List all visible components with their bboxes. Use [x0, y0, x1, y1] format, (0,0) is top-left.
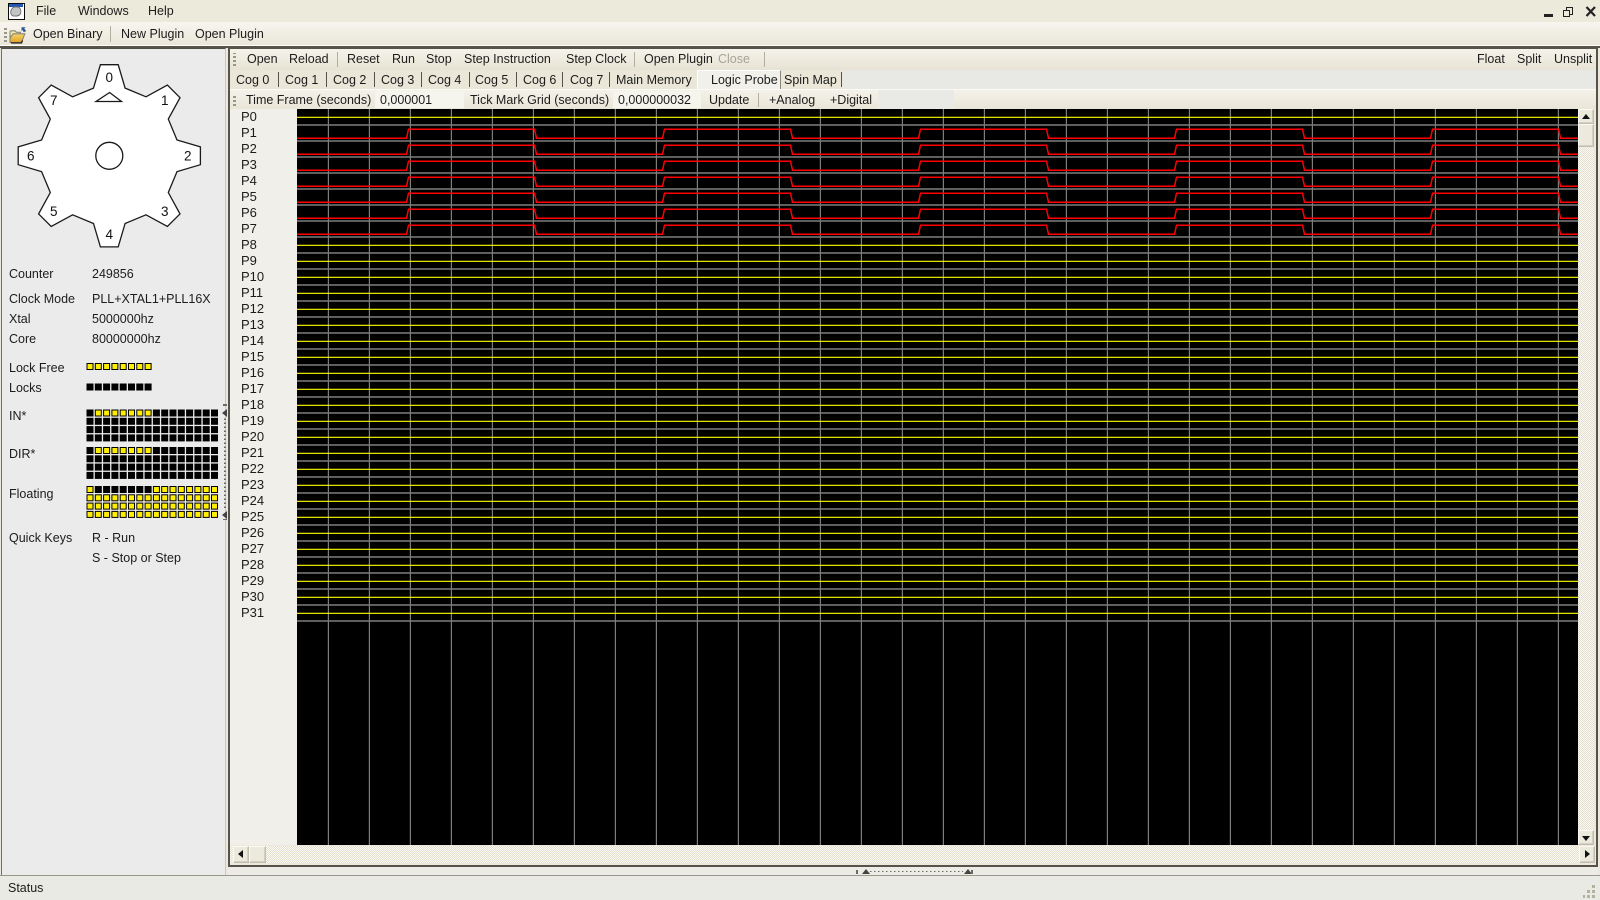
svg-text:0: 0 [106, 70, 114, 85]
svg-text:1: 1 [161, 93, 169, 108]
svg-text:6: 6 [27, 148, 35, 163]
svg-text:2: 2 [184, 148, 192, 163]
svg-text:4: 4 [106, 227, 114, 242]
svg-text:5: 5 [50, 204, 58, 219]
svg-text:7: 7 [50, 93, 58, 108]
svg-text:3: 3 [161, 204, 169, 219]
